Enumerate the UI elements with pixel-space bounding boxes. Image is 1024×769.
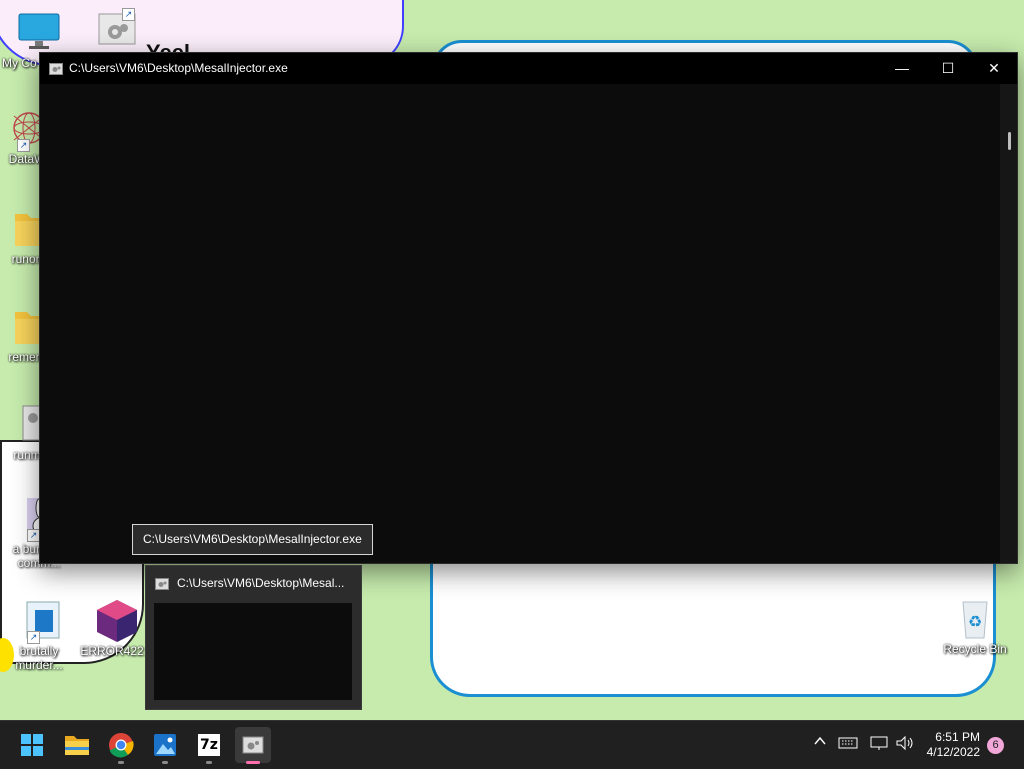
taskbar-file-explorer[interactable] bbox=[59, 727, 95, 763]
taskbar-thumbnail-preview[interactable]: C:\Users\VM6\Desktop\Mesal... bbox=[145, 565, 362, 710]
console-titlebar[interactable]: C:\Users\VM6\Desktop\MesalInjector.exe —… bbox=[40, 53, 1017, 84]
windows-start-icon bbox=[14, 734, 50, 767]
taskbar-tooltip: C:\Users\VM6\Desktop\MesalInjector.exe bbox=[132, 524, 373, 555]
settings-app-icon: ↗ bbox=[93, 8, 141, 54]
console-window[interactable]: C:\Users\VM6\Desktop\MesalInjector.exe —… bbox=[39, 52, 1018, 564]
desktop-icon-label: brutally murder... bbox=[15, 644, 63, 672]
recycle-bin-icon: ♻ bbox=[951, 596, 999, 642]
running-indicator bbox=[118, 761, 124, 764]
shortcut-arrow-icon: ↗ bbox=[17, 139, 30, 152]
shortcut-arrow-icon: ↗ bbox=[122, 8, 135, 21]
corrupted-cube-icon bbox=[93, 598, 141, 644]
volume-icon[interactable] bbox=[895, 735, 915, 754]
folder-icon bbox=[59, 736, 95, 767]
taskbar-photos[interactable] bbox=[147, 727, 183, 764]
app-shortcut-icon: ↗ bbox=[15, 598, 63, 644]
vertical-scrollbar[interactable] bbox=[1000, 84, 1017, 563]
network-icon[interactable] bbox=[870, 735, 888, 754]
taskbar-7zip[interactable]: 7z bbox=[191, 727, 227, 764]
taskbar-mesalinjector[interactable] bbox=[235, 727, 271, 764]
monitor-icon bbox=[15, 10, 63, 56]
notification-badge[interactable]: 6 bbox=[987, 737, 1004, 754]
svg-text:♻: ♻ bbox=[968, 612, 982, 631]
desktop-icon-error422[interactable]: ERROR422... bbox=[80, 598, 154, 658]
desktop-icon-settings-app[interactable]: ↗ bbox=[80, 8, 154, 54]
desktop-icon-recycle-bin[interactable]: ♻ Recycle Bin bbox=[938, 596, 1012, 656]
keyboard-icon[interactable] bbox=[838, 735, 858, 754]
console-app-icon bbox=[49, 62, 63, 75]
desktop-icon-label: Recycle Bin bbox=[943, 642, 1007, 656]
photos-icon bbox=[147, 734, 183, 767]
preview-thumbnail[interactable] bbox=[154, 603, 352, 700]
7zip-icon: 7z bbox=[198, 734, 220, 756]
running-indicator bbox=[206, 761, 212, 764]
close-button[interactable]: ✕ bbox=[971, 53, 1017, 84]
wallpaper-shape bbox=[430, 560, 996, 697]
desktop-icon-label: ERROR422... bbox=[80, 644, 154, 658]
active-indicator bbox=[246, 761, 260, 764]
shortcut-arrow-icon: ↗ bbox=[27, 631, 40, 644]
clock-time: 6:51 PM bbox=[935, 730, 980, 744]
start-button[interactable] bbox=[14, 727, 50, 763]
system-clock[interactable]: 6:51 PM 4/12/2022 bbox=[927, 730, 980, 760]
scrollbar-thumb[interactable] bbox=[1008, 132, 1011, 150]
running-indicator bbox=[162, 761, 168, 764]
console-app-icon bbox=[235, 736, 271, 767]
chrome-icon bbox=[103, 733, 139, 767]
desktop-icon-brutally[interactable]: ↗ brutally murder... bbox=[2, 598, 76, 672]
maximize-button[interactable]: ☐ bbox=[925, 53, 971, 84]
window-title: C:\Users\VM6\Desktop\MesalInjector.exe bbox=[69, 61, 288, 75]
taskbar-chrome[interactable] bbox=[103, 727, 139, 764]
minimize-button[interactable]: — bbox=[879, 53, 925, 84]
preview-title: C:\Users\VM6\Desktop\Mesal... bbox=[177, 576, 345, 590]
taskbar: 7z 6:51 PM 4/12/2022 6 bbox=[0, 720, 1024, 769]
console-app-icon bbox=[155, 577, 169, 590]
clock-date: 4/12/2022 bbox=[926, 745, 980, 759]
show-hidden-icons-chevron[interactable] bbox=[812, 734, 828, 752]
console-output-area[interactable] bbox=[40, 84, 1017, 563]
